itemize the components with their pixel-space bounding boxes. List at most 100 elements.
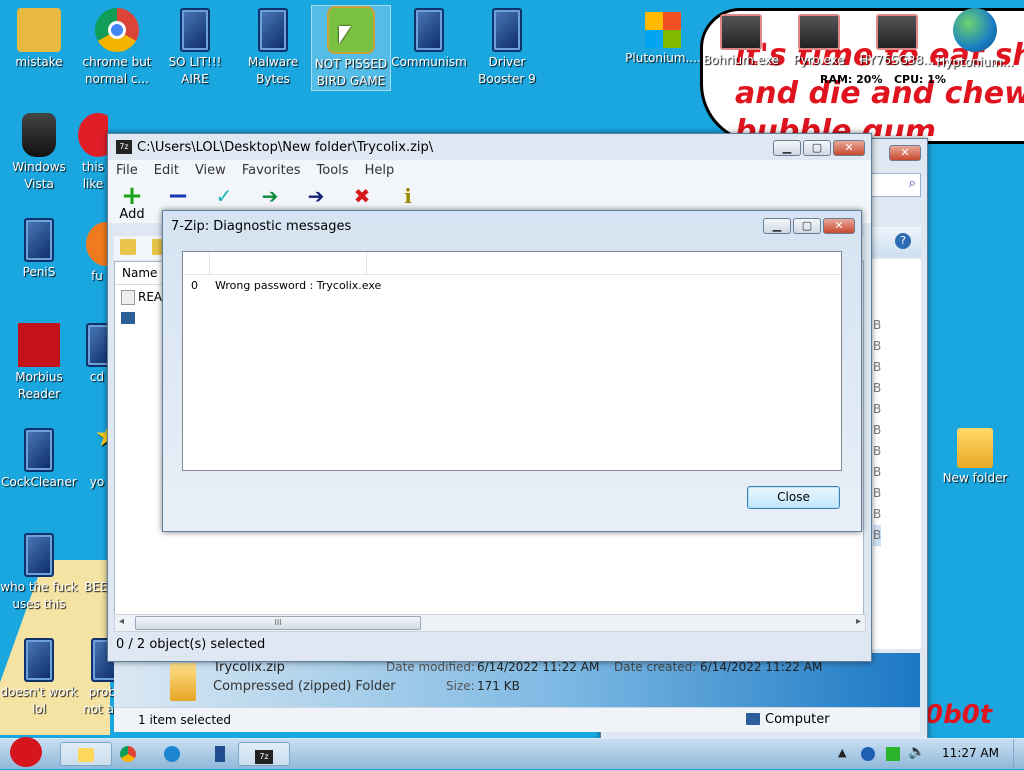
menu-view[interactable]: View <box>195 163 226 178</box>
desktop-icon-pyro[interactable]: Pyro.exe <box>780 8 858 69</box>
desktop-icon-mistake[interactable]: mistake <box>0 8 78 71</box>
close-button[interactable]: ✕ <box>833 140 865 156</box>
explorer-close-button[interactable]: ✕ <box>889 145 921 161</box>
corner-text: 0b0t <box>925 700 993 730</box>
details-date-modified: 6/14/2022 11:22 AM <box>477 660 600 674</box>
info-button[interactable]: i <box>394 185 422 207</box>
desktop-icon-hy76sg38[interactable]: HY76SG38... <box>858 8 936 69</box>
explorer-status-bar: 1 item selected Computer <box>114 707 920 732</box>
copy-button[interactable]: ➔ <box>256 185 284 207</box>
explorer-folder-icon <box>78 748 94 762</box>
extract-button[interactable]: − <box>164 183 192 209</box>
menu-tools[interactable]: Tools <box>317 163 349 178</box>
monitor-readout: RAM: 20% CPU: 1% <box>820 73 946 86</box>
desktop-icon-chrome[interactable]: chrome but normal c... <box>78 8 156 88</box>
show-hidden-icons-chevron[interactable]: ▲ <box>838 746 846 759</box>
diagnostic-message-list: 0 Wrong password : Trycolix.exe <box>182 251 842 471</box>
taskbar-edge[interactable] <box>146 742 198 766</box>
help-icon[interactable]: ? <box>895 233 911 249</box>
diagnostic-dialog: 7-Zip: Diagnostic messages ▁ ▢ ✕ 0 Wrong… <box>162 210 862 532</box>
explorer-command-bar: ? <box>867 227 921 257</box>
desktop-icon-malware-bytes[interactable]: Malware Bytes <box>234 8 312 88</box>
diagnostic-row-index: 0 <box>191 279 198 292</box>
vista-icon <box>24 533 54 577</box>
move-button[interactable]: ➔ <box>302 185 330 207</box>
diagnostic-close-x-button[interactable]: ✕ <box>823 218 855 234</box>
desktop-icon-bee[interactable]: BEE <box>84 533 108 596</box>
file-row-exe[interactable] <box>121 312 135 327</box>
test-button[interactable]: ✓ <box>210 185 238 207</box>
show-desktop-button[interactable] <box>1013 739 1024 769</box>
desktop-icon-hyptonium[interactable]: Hyptonium... <box>936 8 1014 71</box>
diagnostic-row[interactable]: 0 Wrong password : Trycolix.exe <box>183 275 841 297</box>
menu-edit[interactable]: Edit <box>154 163 179 178</box>
chrome-icon <box>95 8 139 52</box>
recycle-bin-icon <box>22 113 56 157</box>
tray-app-icon[interactable] <box>861 747 875 761</box>
horizontal-scrollbar[interactable]: ◂ III ▸ <box>114 614 866 632</box>
diagnostic-row-message: Wrong password : Trycolix.exe <box>215 279 382 292</box>
desktop-icon-driver-booster[interactable]: Driver Booster 9 <box>468 8 546 88</box>
vista-icon <box>86 323 108 367</box>
taskbar-7zip[interactable]: 7z <box>238 742 290 766</box>
desktop-icon-plutonium[interactable]: Plutonium.... <box>624 8 702 67</box>
clock[interactable]: 11:27 AM <box>942 746 999 760</box>
diagnostic-maximize-button[interactable]: ▢ <box>793 218 821 234</box>
explorer-status-text: 1 item selected <box>138 713 232 727</box>
up-folder-icon[interactable] <box>120 239 136 255</box>
close-dialog-button[interactable]: Close <box>747 486 840 509</box>
disk-icon <box>798 14 840 50</box>
desktop-icon-windows-vista[interactable]: Windows Vista <box>0 113 78 193</box>
desktop-icon-doesnt-work[interactable]: doesn't work lol <box>0 638 78 718</box>
menu-favorites[interactable]: Favorites <box>242 163 301 178</box>
exe-file-icon <box>121 312 135 324</box>
desktop-icon-new-folder[interactable]: New folder <box>936 428 1014 487</box>
scroll-right-arrow[interactable]: ▸ <box>856 616 861 627</box>
desktop-icon-so-lit[interactable]: SO LIT!!! AIRE <box>156 8 234 88</box>
start-button[interactable] <box>4 733 48 769</box>
desktop-icon-morbius-reader[interactable]: Morbius Reader <box>0 323 78 403</box>
desktop-icon-not-pissed-bird[interactable]: NOT PISSED BIRD GAME <box>311 5 391 91</box>
file-row-readme[interactable]: REA <box>121 290 162 305</box>
desktop-icon-communism[interactable]: Communism <box>390 8 468 71</box>
desktop-icon-cd[interactable]: cd <box>86 323 108 386</box>
chrome-small-icon <box>120 746 136 762</box>
desktop-icon-who-uses-this[interactable]: who the fuck uses this <box>0 533 78 613</box>
windows-logo-icon <box>645 12 681 48</box>
add-button[interactable]: + Add <box>118 183 146 222</box>
minimize-button[interactable]: ▁ <box>773 140 801 156</box>
bookmark-icon[interactable] <box>152 239 162 255</box>
folder-icon <box>957 428 993 468</box>
scroll-thumb[interactable]: III <box>135 616 421 630</box>
desktop-icon-yo[interactable]: ★yo <box>86 428 108 491</box>
mouse-cursor-icon <box>339 26 351 44</box>
scroll-left-arrow[interactable]: ◂ <box>119 616 124 627</box>
delete-button[interactable]: ✖ <box>348 185 376 207</box>
desktop-icon-this-like[interactable]: this like <box>78 113 108 193</box>
zip-file-icon <box>170 663 196 701</box>
desktop-icon-penis[interactable]: PeniS <box>0 218 78 281</box>
info-icon: i <box>404 184 412 208</box>
column-header-name[interactable]: Name <box>115 262 167 285</box>
details-file-type: Compressed (zipped) Folder <box>213 679 396 694</box>
sevenzip-status-bar: 0 / 2 object(s) selected <box>116 637 266 652</box>
maximize-button[interactable]: ▢ <box>803 140 831 156</box>
details-date-created: 6/14/2022 11:22 AM <box>700 660 823 674</box>
diagnostic-minimize-button[interactable]: ▁ <box>763 218 791 234</box>
tray-volume-icon[interactable]: 🔈 <box>908 744 925 760</box>
desktop-icon-bohrium[interactable]: Bohrium.exe <box>702 8 780 69</box>
menu-help[interactable]: Help <box>365 163 395 178</box>
arrow-right-blue-icon: ➔ <box>307 184 325 208</box>
vista-icon <box>492 8 522 52</box>
desktop-icon-cockcleaner[interactable]: CockCleaner <box>0 428 78 491</box>
menu-bar: File Edit View Favorites Tools Help <box>108 160 871 181</box>
disk-icon <box>720 14 762 50</box>
star-icon: ★ <box>86 428 108 472</box>
details-size: 171 KB <box>477 679 520 693</box>
tray-network-icon[interactable] <box>886 747 900 761</box>
explorer-search-box[interactable]: ⌕ <box>867 173 921 197</box>
desktop-icon-fu[interactable]: fu <box>86 222 108 285</box>
details-size-label: Size: <box>446 679 475 693</box>
opera-icon <box>78 113 108 157</box>
menu-file[interactable]: File <box>116 163 138 178</box>
